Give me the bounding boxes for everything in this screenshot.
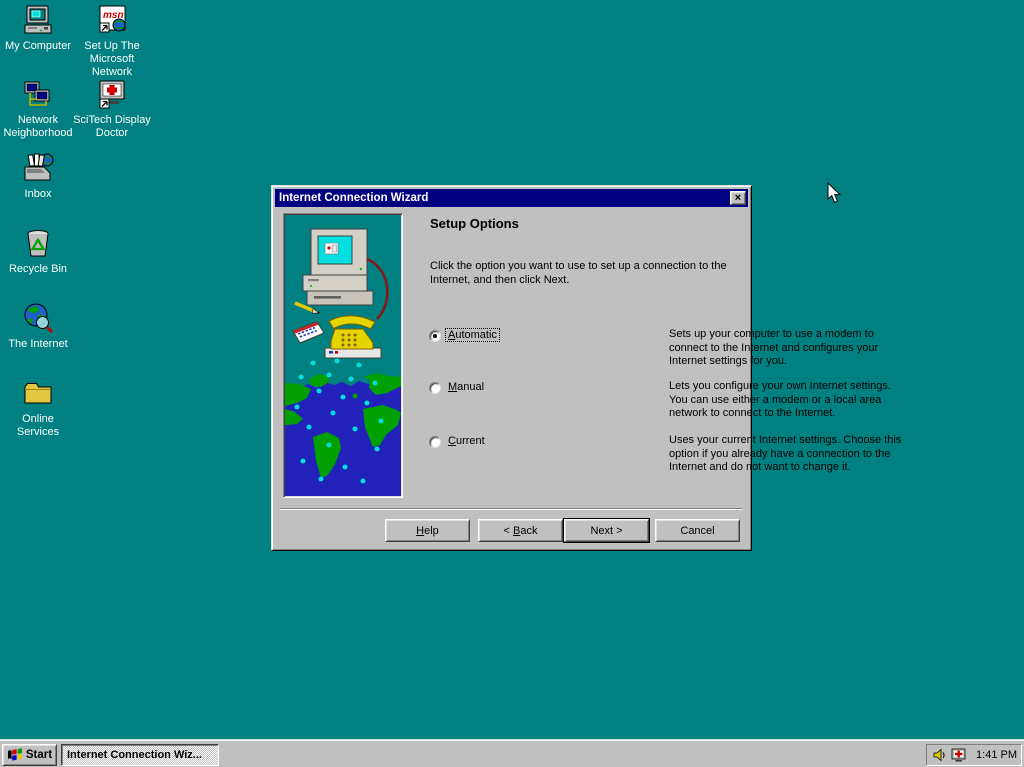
online-services-icon: [22, 377, 54, 409]
back-button[interactable]: < Back: [478, 519, 563, 542]
desktop-icon-scitech[interactable]: SciTech Display Doctor: [64, 78, 160, 140]
desktop-icon-label: Online Services: [6, 413, 70, 439]
desktop-icon-label: Set Up The Microsoft Network: [79, 40, 145, 79]
close-icon: ×: [735, 192, 741, 204]
option-description: Lets you configure your own Internet set…: [669, 380, 903, 421]
desktop-icon-the-internet[interactable]: The Internet: [0, 302, 78, 351]
taskbar: Start Internet Connection Wiz... 1:41 PM: [0, 739, 1024, 767]
the-internet-icon: [22, 302, 54, 334]
system-tray: 1:41 PM: [926, 744, 1022, 766]
radio-label-automatic[interactable]: Automatic: [445, 328, 500, 342]
volume-icon[interactable]: [932, 747, 948, 763]
option-description: Uses your current Internet settings. Cho…: [669, 434, 903, 475]
desktop-icon-recycle-bin[interactable]: Recycle Bin: [0, 227, 78, 276]
start-label: Start: [26, 749, 52, 761]
network-neighborhood-icon: [22, 78, 54, 110]
internet-connection-wizard-window: Internet Connection Wizard ×: [271, 185, 752, 551]
option-description: Sets up your computer to use a modem to …: [669, 328, 903, 369]
cancel-button[interactable]: Cancel: [655, 519, 740, 542]
radio-current[interactable]: [429, 436, 441, 448]
mouse-cursor: [827, 182, 842, 204]
wizard-illustration-panel: [283, 213, 403, 498]
windows-logo-icon: [7, 748, 23, 762]
desktop-icon-my-computer[interactable]: My Computer: [0, 4, 78, 53]
task-button-internet-connection-wizard[interactable]: Internet Connection Wiz...: [61, 744, 219, 766]
help-button[interactable]: Help: [385, 519, 470, 542]
radio-label-current[interactable]: Current: [445, 434, 488, 448]
start-button[interactable]: Start: [2, 744, 57, 766]
my-computer-icon: [22, 4, 54, 36]
radio-automatic[interactable]: [429, 330, 441, 342]
window-title: Internet Connection Wizard: [279, 192, 730, 204]
radio-label-manual[interactable]: Manual: [445, 380, 487, 394]
wizard-intro-text: Click the option you want to use to set …: [430, 260, 735, 287]
desktop-icon-label: Recycle Bin: [9, 263, 67, 276]
desktop-icon-label: Inbox: [25, 188, 52, 201]
desktop-icon-msn-setup[interactable]: msn Set Up The Microsoft Network: [72, 4, 152, 79]
desktop-icon-label: My Computer: [5, 40, 71, 53]
scitech-display-doctor-icon: [96, 78, 128, 110]
inbox-icon: [22, 152, 54, 184]
next-button[interactable]: Next >: [564, 519, 649, 542]
divider: [280, 508, 742, 510]
page-title: Setup Options: [430, 216, 519, 231]
desktop-icon-label: The Internet: [8, 338, 67, 351]
desktop-icon-online-services[interactable]: Online Services: [6, 377, 70, 439]
close-button[interactable]: ×: [730, 191, 746, 205]
desktop-icon-label: SciTech Display Doctor: [64, 114, 160, 140]
window-titlebar[interactable]: Internet Connection Wizard ×: [275, 189, 748, 207]
scitech-tray-icon[interactable]: [951, 747, 967, 763]
radio-manual[interactable]: [429, 382, 441, 394]
computer-phone-globe-illustration: [285, 215, 401, 496]
msn-setup-icon: msn: [96, 4, 128, 36]
task-button-label: Internet Connection Wiz...: [67, 749, 202, 761]
desktop: { "colors": { "desktop_teal": "#008080",…: [0, 0, 1024, 767]
desktop-icon-inbox[interactable]: Inbox: [0, 152, 78, 201]
taskbar-clock: 1:41 PM: [970, 749, 1017, 761]
recycle-bin-icon: [22, 227, 54, 259]
